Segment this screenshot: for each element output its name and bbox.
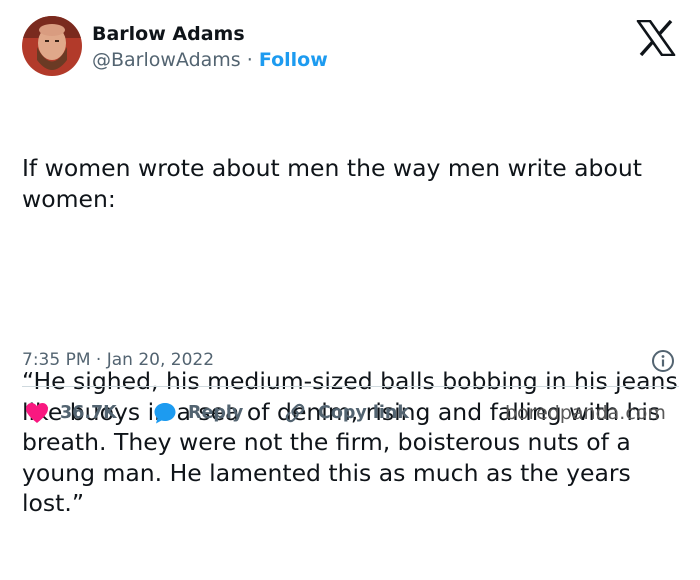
- handle-separator: ·: [246, 49, 253, 71]
- follow-link[interactable]: Follow: [259, 49, 328, 71]
- like-count: 36.7K: [60, 403, 117, 423]
- reply-label: Reply: [188, 403, 244, 423]
- divider: [22, 386, 679, 387]
- speech-bubble-icon: [154, 403, 176, 424]
- author-handle[interactable]: @BarlowAdams: [92, 49, 241, 71]
- info-icon[interactable]: [651, 349, 675, 373]
- author-handle-row: @BarlowAdams · Follow: [92, 48, 328, 72]
- heart-icon: [26, 403, 48, 423]
- watermark: boredpanda.com: [505, 402, 666, 424]
- tweet-card: Barlow Adams @BarlowAdams · Follow If wo…: [0, 0, 700, 517]
- copy-link-label: Copy link: [318, 403, 409, 423]
- like-button[interactable]: 36.7K: [25, 400, 117, 426]
- tweet-paragraph: [22, 275, 682, 305]
- tweet-paragraph: If women wrote about men the way men wri…: [22, 154, 650, 213]
- link-icon: [285, 403, 305, 423]
- avatar[interactable]: [22, 16, 82, 76]
- reply-button[interactable]: Reply: [153, 400, 243, 426]
- x-logo-icon[interactable]: [636, 19, 676, 57]
- author-name[interactable]: Barlow Adams: [92, 22, 245, 46]
- copy-link-button[interactable]: Copy link: [283, 400, 409, 426]
- tweet-text: If women wrote about men the way men wri…: [22, 92, 682, 580]
- tweet-paragraph: “He sighed, his medium-sized balls bobbi…: [22, 367, 686, 517]
- tweet-timestamp[interactable]: 7:35 PM · Jan 20, 2022: [22, 349, 214, 371]
- avatar-image: [22, 16, 82, 76]
